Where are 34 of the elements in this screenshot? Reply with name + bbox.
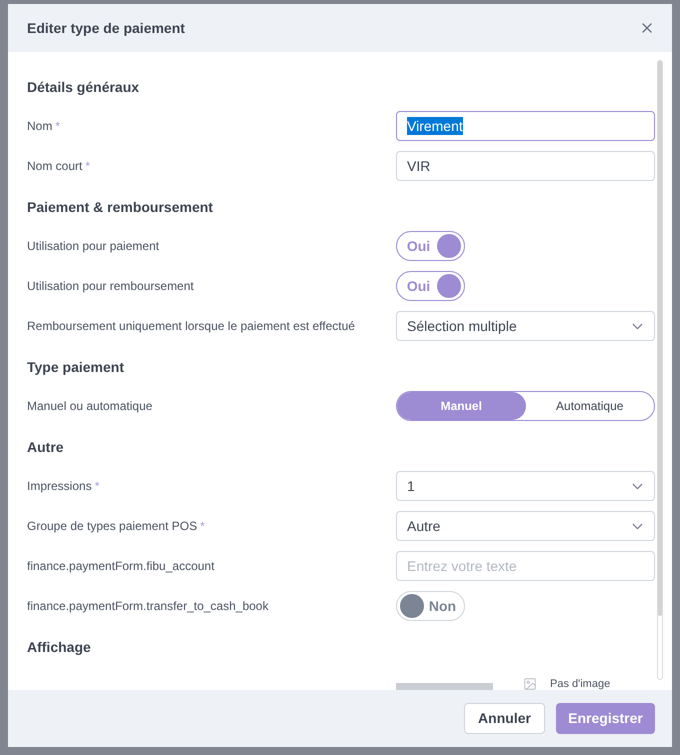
dialog-title: Editer type de paiement <box>27 19 185 37</box>
dropdown-select[interactable]: Sélection multiple <box>396 311 655 341</box>
field-label: Remboursement uniquement lorsque le paiement est effectué <box>27 318 355 334</box>
field-label: Nom court * <box>27 158 90 174</box>
section-heading: Affichage <box>27 638 91 656</box>
toggle-knob-icon <box>437 274 461 298</box>
field-label: Utilisation pour remboursement <box>27 278 194 294</box>
segment-option[interactable]: Manuel <box>397 392 526 420</box>
field-label: finance.paymentForm.fibu_account <box>27 558 214 574</box>
field-label: Nom * <box>27 118 60 134</box>
toggle-knob-icon <box>437 234 461 258</box>
section-heading: Autre <box>27 438 64 456</box>
no-image-text: Pas d'image <box>550 678 610 690</box>
section-heading: Paiement & remboursement <box>27 198 213 216</box>
field-label: Groupe de types paiement POS * <box>27 518 205 534</box>
dropdown-select[interactable]: 1 <box>396 471 655 501</box>
toggle-switch[interactable]: Oui <box>396 271 465 301</box>
text-field[interactable]: Virement <box>396 111 655 141</box>
image-icon <box>523 677 537 690</box>
field-label: finance.paymentForm.transfer_to_cash_book <box>27 598 268 614</box>
segment-option[interactable]: Automatique <box>526 392 654 420</box>
text-field[interactable]: VIR <box>396 151 655 181</box>
section-heading: Détails généraux <box>27 78 140 96</box>
field-label: Impressions * <box>27 478 100 494</box>
field-label: Utilisation pour paiement <box>27 238 160 254</box>
toggle-switch[interactable]: Non <box>396 591 465 621</box>
save-button[interactable]: Enregistrer <box>556 703 655 734</box>
scrollbar-thumb[interactable] <box>658 61 662 616</box>
toggle-switch[interactable]: Oui <box>396 231 465 261</box>
toggle-knob-icon <box>400 594 424 618</box>
field-label: Manuel ou automatique <box>27 398 152 414</box>
cancel-button[interactable]: Annuler <box>464 703 545 734</box>
dropdown-select[interactable]: Autre <box>396 511 655 541</box>
section-heading: Type paiement <box>27 358 124 376</box>
